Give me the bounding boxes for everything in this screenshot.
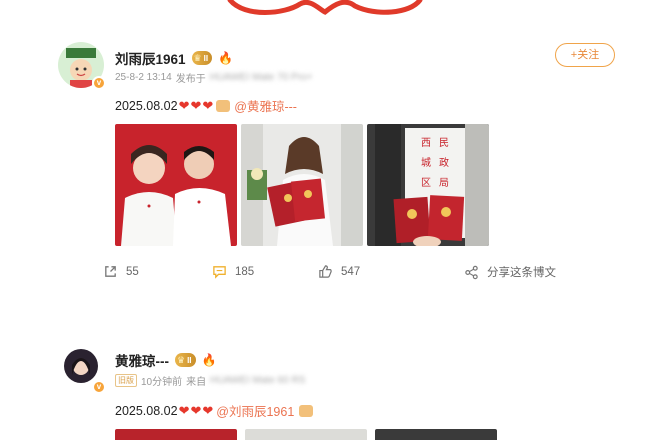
repost-icon — [465, 265, 478, 279]
heart-icon: ❤ — [190, 97, 202, 113]
post-action-bar: 55 185 547 分享这条博文 — [0, 264, 650, 282]
crown-icon: ♛ — [193, 52, 202, 63]
repost-label: 分享这条博文 — [487, 267, 556, 279]
post-meta: 旧版 10分钟前 来自 HUAWEI Mate 60 RS — [115, 373, 305, 388]
username[interactable]: 刘雨辰1961 — [115, 48, 186, 68]
post-time: 25-8-2 13:14 — [115, 72, 172, 83]
svg-text:政: 政 — [439, 156, 449, 169]
source-device: HUAWEI Mate 60 RS — [210, 375, 306, 386]
name-row: 黄雅琼--- ♛ II 🔥 — [115, 350, 216, 370]
share-count: 55 — [126, 265, 139, 278]
like-count: 547 — [341, 265, 361, 278]
username[interactable]: 黄雅琼--- — [115, 350, 169, 370]
svg-text:西: 西 — [421, 138, 431, 149]
mention-link[interactable]: @黄雅琼--- — [234, 96, 297, 115]
verified-badge: v — [92, 76, 106, 90]
post-image[interactable] — [245, 429, 367, 440]
source-device: HUAWEI Mate 70 Pro+ — [209, 72, 313, 83]
mention-link[interactable]: @刘雨辰1961 — [216, 401, 294, 420]
emoji-icon — [216, 99, 231, 112]
share-button[interactable]: 55 — [103, 264, 139, 279]
post-image-civil-affairs-sign[interactable]: 西 城 区 民 政 局 — [367, 124, 489, 246]
share-icon — [105, 266, 116, 277]
verified-badge: v — [92, 380, 106, 394]
avatar[interactable] — [64, 349, 98, 383]
post-time: 10分钟前 — [141, 377, 183, 388]
comment-icon — [213, 266, 226, 279]
post-text: 2025.08.02 ❤ ❤ ❤ @黄雅琼--- — [115, 96, 297, 115]
follow-button[interactable]: +关注 — [555, 43, 615, 67]
level-badge-text: II — [187, 355, 192, 365]
svg-text:城: 城 — [421, 157, 431, 169]
old-version-tag: 旧版 — [115, 374, 137, 387]
source-prefix: 发布于 — [175, 74, 206, 85]
post-text-date: 2025.08.02 — [115, 403, 178, 418]
post-text-date: 2025.08.02 — [115, 98, 178, 113]
heart-icon: ❤ — [202, 402, 214, 418]
comment-button[interactable]: 185 — [212, 264, 254, 279]
svg-text:局: 局 — [439, 177, 449, 189]
level-badge: ♛ II — [191, 51, 213, 65]
post-text: 2025.08.02 ❤ ❤ ❤ @刘雨辰1961 — [115, 401, 314, 420]
like-button[interactable]: 547 — [318, 264, 360, 279]
post-meta: 25-8-2 13:14 发布于 HUAWEI Mate 70 Pro+ — [115, 70, 312, 85]
post-image-bride-certificate[interactable] — [241, 124, 363, 246]
crown-icon: ♛ — [177, 354, 186, 365]
level-badge-text: II — [203, 53, 209, 63]
heart-icon: ❤ — [178, 97, 190, 113]
post-image[interactable] — [375, 429, 497, 440]
svg-text:民: 民 — [439, 137, 449, 149]
heart-icon: ❤ — [178, 402, 190, 418]
name-row: 刘雨辰1961 ♛ II 🔥 — [115, 48, 233, 68]
source-prefix: 来自 — [186, 377, 207, 388]
like-icon — [319, 265, 332, 278]
flame-icon: 🔥 — [218, 51, 234, 65]
post-image-grid: 西 城 区 民 政 局 — [115, 124, 489, 246]
emoji-icon — [299, 404, 314, 417]
flame-icon: 🔥 — [201, 353, 217, 367]
top-swirl-decoration — [227, 0, 423, 15]
post-image-wedding-photo[interactable] — [115, 124, 237, 246]
repost-button[interactable]: 分享这条博文 — [464, 264, 556, 280]
heart-icon: ❤ — [202, 97, 214, 113]
svg-text:区: 区 — [421, 177, 431, 189]
level-badge: ♛ II — [175, 353, 196, 367]
post-image[interactable] — [115, 429, 237, 440]
post-image-grid — [115, 429, 497, 440]
comment-count: 185 — [235, 265, 255, 278]
heart-icon: ❤ — [190, 402, 202, 418]
